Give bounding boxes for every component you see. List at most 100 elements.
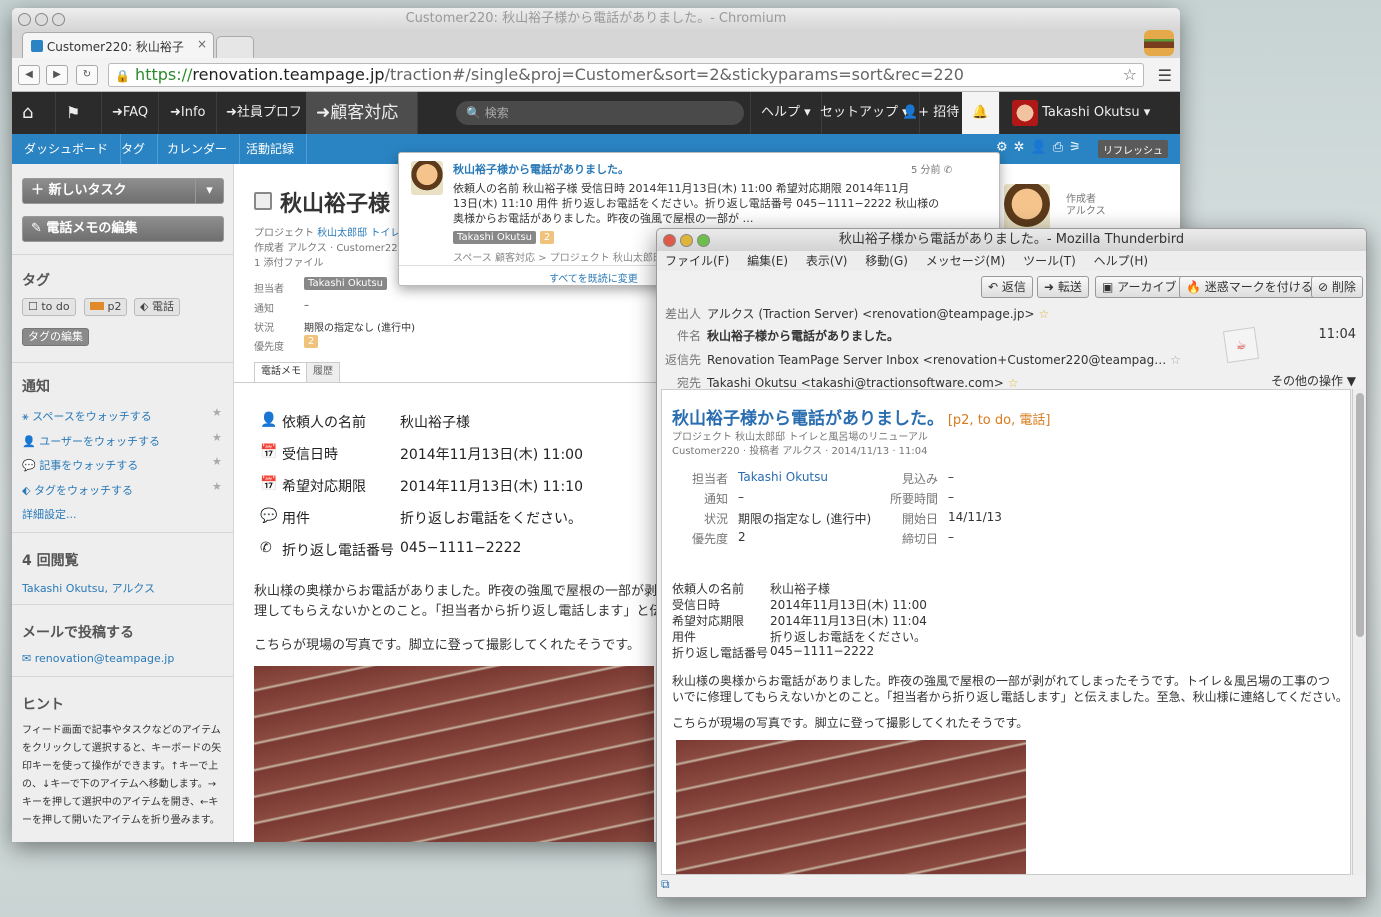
star-icon[interactable]: ★ bbox=[212, 480, 222, 493]
notify-heading: 通知 bbox=[22, 379, 50, 395]
forward-button[interactable]: ▶ bbox=[46, 65, 68, 85]
table-value: – bbox=[948, 530, 954, 544]
field-key: 折り返し電話番号 bbox=[282, 543, 394, 559]
junk-icon: 🔥 bbox=[1186, 280, 1201, 294]
star-icon[interactable]: ★ bbox=[212, 431, 222, 444]
browser-tab[interactable]: Customer220: 秋山裕子 × bbox=[22, 32, 214, 58]
forward-label: 転送 bbox=[1057, 280, 1082, 294]
watch-user-link[interactable]: 👤 ユーザーをウォッチする bbox=[22, 433, 160, 449]
subnav-tags[interactable]: タグ bbox=[109, 134, 159, 164]
popup-title[interactable]: 秋山裕子様から電話がありました。 bbox=[453, 161, 629, 177]
message-scrollbar[interactable] bbox=[1352, 389, 1366, 875]
calendar-icon: 📅 bbox=[260, 476, 278, 492]
subnav-tools-icons[interactable]: ⚙✲👤⎙⚞ bbox=[996, 140, 1087, 155]
menu-tools[interactable]: ツール(T) bbox=[1023, 254, 1076, 268]
task-checkbox[interactable] bbox=[254, 192, 272, 210]
mark-all-read-link[interactable]: すべてを既読に変更 bbox=[549, 270, 638, 285]
menu-file[interactable]: ファイル(F) bbox=[665, 254, 729, 268]
roof-photo[interactable] bbox=[676, 740, 1026, 874]
mail-address-link[interactable]: ✉ renovation@teampage.jp bbox=[22, 652, 174, 665]
new-tab-button[interactable] bbox=[216, 36, 254, 58]
table-value: 2 bbox=[738, 530, 746, 544]
scrollbar-thumb[interactable] bbox=[1356, 393, 1364, 637]
status-bar-icon[interactable]: ⧉ bbox=[661, 877, 670, 892]
subnav-dashboard[interactable]: ダッシュボード bbox=[12, 134, 122, 164]
flag-icon[interactable]: ⚑ bbox=[56, 92, 102, 134]
to-value[interactable]: Takashi Okutsu <takashi@tractionsoftware… bbox=[707, 376, 1004, 390]
reply-to-value[interactable]: Renovation TeamPage Server Inbox <renova… bbox=[707, 353, 1166, 367]
window-controls[interactable] bbox=[663, 233, 714, 255]
nav-info[interactable]: ➜Info bbox=[160, 92, 217, 134]
archive-icon: ▣ bbox=[1102, 280, 1114, 294]
nav-customer[interactable]: ➜顧客対応 bbox=[306, 92, 418, 134]
menu-view[interactable]: 表示(V) bbox=[806, 254, 848, 268]
subnav-activity[interactable]: 活動記録 bbox=[234, 134, 308, 164]
table-key: 担当者 bbox=[691, 472, 728, 486]
roof-photo[interactable] bbox=[254, 666, 654, 842]
archive-button[interactable]: ▣ アーカイブ bbox=[1095, 276, 1184, 298]
search-input[interactable]: 🔍 検索 bbox=[456, 101, 744, 125]
subnav-calendar[interactable]: カレンダー bbox=[155, 134, 241, 164]
address-bar[interactable]: 🔒 https://renovation.teampage.jp/tractio… bbox=[108, 63, 1144, 87]
menu-go[interactable]: 移動(G) bbox=[865, 254, 908, 268]
divider bbox=[12, 676, 234, 677]
tab-memo[interactable]: 電話メモ bbox=[254, 362, 308, 382]
watch-space-link[interactable]: ⚹ スペースをウォッチする bbox=[22, 408, 152, 424]
tab-history[interactable]: 履歴 bbox=[306, 362, 340, 382]
star-icon[interactable]: ☆ bbox=[1004, 376, 1019, 390]
new-task-button[interactable]: ＋ 新しいタスク ▾ bbox=[22, 178, 224, 204]
notifications-bell-icon[interactable]: 🔔 bbox=[962, 92, 1000, 134]
from-value[interactable]: アルクス (Traction Server) <renovation@teamp… bbox=[707, 307, 1035, 321]
attachments-line[interactable]: 1 添付ファイル bbox=[254, 254, 324, 269]
details-link[interactable]: 詳細設定... bbox=[22, 506, 77, 522]
watch-article-link[interactable]: 💬 記事をウォッチする bbox=[22, 457, 138, 473]
tag-p2[interactable]: p2 bbox=[84, 298, 128, 316]
new-task-label: 新しいタスク bbox=[48, 183, 127, 198]
nav-faq[interactable]: ➜FAQ bbox=[102, 92, 160, 134]
archive-label: アーカイブ bbox=[1117, 280, 1177, 294]
user-menu[interactable]: Takashi Okutsu ▾ bbox=[1002, 92, 1160, 134]
watch-tag-link[interactable]: ⬖ タグをウォッチする bbox=[22, 482, 133, 498]
menu-help[interactable]: ヘルプ(H) bbox=[1094, 254, 1148, 268]
chevron-down-icon[interactable]: ▾ bbox=[195, 179, 223, 203]
field-key: 希望対応期限 bbox=[672, 614, 745, 628]
tag-call[interactable]: ⬖ 電話 bbox=[134, 298, 180, 316]
assignee-badge[interactable]: Takashi Okutsu bbox=[304, 277, 387, 290]
refresh-button[interactable]: リフレッシュ bbox=[1098, 140, 1168, 158]
star-icon[interactable]: ★ bbox=[212, 406, 222, 419]
menu-message[interactable]: メッセージ(M) bbox=[926, 254, 1005, 268]
menu-edit[interactable]: 編集(E) bbox=[747, 254, 788, 268]
home-icon[interactable]: ⌂ bbox=[12, 92, 56, 134]
other-actions-menu[interactable]: その他の操作 ▼ bbox=[1271, 372, 1356, 389]
reload-button[interactable]: ↻ bbox=[76, 65, 98, 85]
edit-tags-button[interactable]: タグの編集 bbox=[22, 328, 89, 346]
popup-space-line[interactable]: スペース 顧客対応 > プロジェクト 秋山太郎邸 bbox=[453, 249, 663, 264]
close-tab-icon[interactable]: × bbox=[197, 37, 207, 51]
star-icon[interactable]: ☆ bbox=[1166, 353, 1181, 367]
star-icon[interactable]: ★ bbox=[212, 455, 222, 468]
menu-icon[interactable]: ☰ bbox=[1158, 66, 1172, 85]
field-key: 依頼人の名前 bbox=[672, 582, 745, 596]
field-value: 折り返しお電話をください。 bbox=[400, 511, 582, 527]
edit-memo-button[interactable]: ✎ 電話メモの編集 bbox=[22, 216, 224, 242]
nav-staff[interactable]: ➜社員プロフ bbox=[216, 92, 313, 134]
forward-button[interactable]: ➜ 転送 bbox=[1037, 276, 1089, 298]
popup-assignee-badge[interactable]: Takashi Okutsu bbox=[453, 231, 536, 244]
junk-button[interactable]: 🔥 迷惑マークを付ける bbox=[1179, 276, 1320, 298]
popup-priority-badge: 2 bbox=[539, 231, 555, 244]
bookmark-star-icon[interactable]: ☆ bbox=[1123, 64, 1137, 86]
star-icon[interactable]: ☆ bbox=[1035, 307, 1049, 321]
invite-button[interactable]: 👤+ 招待 bbox=[892, 92, 971, 134]
body-line: 秋山様の奥様からお電話がありました。昨夜の強風で屋根の一部が剥 bbox=[254, 584, 658, 599]
chromium-titlebar: Customer220: 秋山裕子様から電話がありました。- Chromium bbox=[12, 8, 1180, 30]
viewers-list[interactable]: Takashi Okutsu, アルクス bbox=[22, 580, 155, 596]
tag-todo[interactable]: ☐ to do bbox=[22, 298, 76, 316]
reply-to-label: 返信先 bbox=[664, 353, 701, 367]
table-value[interactable]: Takashi Okutsu bbox=[738, 470, 828, 484]
back-button[interactable]: ◀ bbox=[18, 65, 40, 85]
article-title: 秋山裕子様 bbox=[280, 192, 391, 217]
delete-button[interactable]: ⊘ 削除 bbox=[1311, 276, 1363, 298]
reply-button[interactable]: ↶ 返信 bbox=[981, 276, 1033, 298]
notify-label: 通知 bbox=[254, 304, 274, 315]
message-title[interactable]: 秋山裕子様から電話がありました。 bbox=[672, 409, 944, 429]
